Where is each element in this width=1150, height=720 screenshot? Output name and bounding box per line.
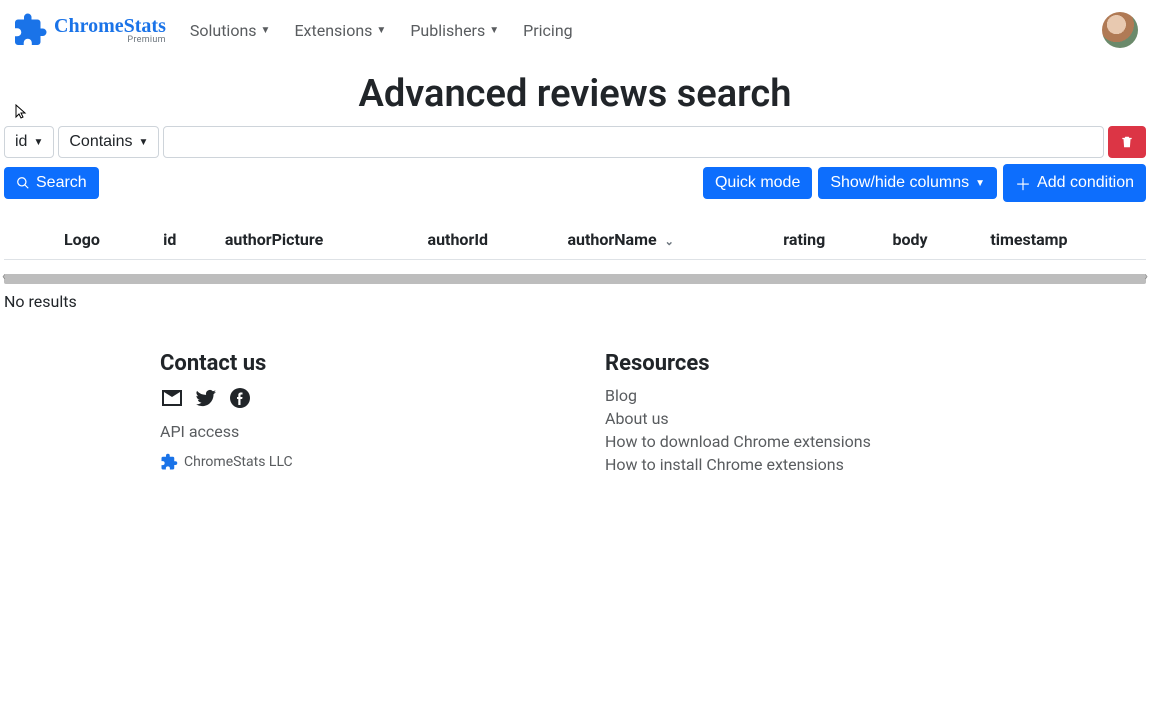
operator-value: Contains — [69, 133, 132, 151]
quick-mode-label: Quick mode — [715, 174, 800, 192]
nav-label: Publishers — [410, 21, 485, 40]
col-timestamp[interactable]: timestamp — [978, 220, 1146, 260]
footer: Contact us API access ChromeStats LLC Re… — [0, 311, 1150, 478]
llc-row: ChromeStats LLC — [160, 453, 545, 471]
nav-solutions[interactable]: Solutions ▼ — [190, 21, 271, 40]
results-table-wrap: Logo id authorPicture authorId authorNam… — [0, 220, 1150, 311]
chevron-down-icon: ▼ — [139, 137, 149, 148]
footer-contact: Contact us API access ChromeStats LLC — [160, 351, 545, 478]
nav-publishers[interactable]: Publishers ▼ — [410, 21, 499, 40]
condition-row: id ▼ Contains ▼ — [0, 126, 1150, 158]
nav-label: Extensions — [294, 21, 372, 40]
twitter-icon — [194, 386, 218, 410]
show-hide-label: Show/hide columns — [830, 174, 969, 192]
condition-value-input[interactable] — [163, 126, 1104, 158]
facebook-link[interactable] — [228, 386, 252, 414]
footer-resources: Resources Blog About us How to download … — [605, 351, 990, 478]
col-rating[interactable]: rating — [771, 220, 880, 260]
avatar[interactable] — [1102, 12, 1138, 48]
sort-icon: ⌄ — [665, 235, 674, 248]
contact-heading: Contact us — [160, 351, 545, 376]
col-logo[interactable]: Logo — [52, 220, 151, 260]
horizontal-scrollbar[interactable] — [4, 274, 1146, 284]
delete-condition-button[interactable] — [1108, 126, 1146, 158]
quick-mode-button[interactable]: Quick mode — [703, 167, 812, 199]
action-row: Search Quick mode Show/hide columns ▼ ＋ … — [0, 158, 1150, 208]
chevron-down-icon: ▼ — [261, 25, 271, 36]
col-authorid[interactable]: authorId — [416, 220, 556, 260]
nav-label: Solutions — [190, 21, 257, 40]
social-row — [160, 386, 545, 414]
search-label: Search — [36, 174, 87, 192]
col-authorpicture[interactable]: authorPicture — [213, 220, 416, 260]
search-icon — [16, 176, 30, 190]
plus-icon: ＋ — [1015, 171, 1031, 195]
email-link[interactable] — [160, 386, 184, 414]
results-table: Logo id authorPicture authorId authorNam… — [4, 220, 1146, 260]
twitter-link[interactable] — [194, 386, 218, 414]
field-value: id — [15, 133, 27, 151]
chevron-down-icon: ▼ — [376, 25, 386, 36]
chevron-down-icon: ▼ — [975, 178, 985, 189]
operator-dropdown[interactable]: Contains ▼ — [58, 126, 159, 158]
show-hide-columns-button[interactable]: Show/hide columns ▼ — [818, 167, 997, 199]
add-condition-button[interactable]: ＋ Add condition — [1003, 164, 1146, 202]
chevron-down-icon: ▼ — [33, 137, 43, 148]
field-dropdown[interactable]: id ▼ — [4, 126, 54, 158]
llc-text: ChromeStats LLC — [184, 454, 293, 470]
trash-icon — [1120, 135, 1134, 149]
col-authorname[interactable]: authorName ⌄ — [555, 220, 771, 260]
nav-label: Pricing — [523, 21, 573, 40]
navbar: ChromeStats Premium Solutions ▼ Extensio… — [0, 0, 1150, 60]
page-title: Advanced reviews search — [0, 72, 1150, 116]
no-results-text: No results — [4, 290, 1146, 311]
nav-pricing[interactable]: Pricing — [523, 21, 573, 40]
email-icon — [160, 386, 184, 410]
search-button[interactable]: Search — [4, 167, 99, 199]
nav-items: Solutions ▼ Extensions ▼ Publishers ▼ Pr… — [190, 21, 573, 40]
api-access-link[interactable]: API access — [160, 422, 545, 441]
puzzle-icon — [160, 453, 178, 471]
brand-sub: Premium — [54, 36, 166, 45]
col-id[interactable]: id — [151, 220, 213, 260]
brand-link[interactable]: ChromeStats Premium — [12, 12, 166, 48]
add-condition-label: Add condition — [1037, 174, 1134, 192]
resource-install[interactable]: How to install Chrome extensions — [605, 455, 990, 474]
col-label: authorName — [567, 230, 656, 249]
resource-about[interactable]: About us — [605, 409, 990, 428]
col-blank[interactable] — [4, 220, 52, 260]
facebook-icon — [228, 386, 252, 410]
brand-name: ChromeStats — [54, 16, 166, 36]
nav-extensions[interactable]: Extensions ▼ — [294, 21, 386, 40]
chevron-down-icon: ▼ — [489, 25, 499, 36]
col-body[interactable]: body — [880, 220, 978, 260]
resource-blog[interactable]: Blog — [605, 386, 990, 405]
resources-heading: Resources — [605, 351, 990, 376]
brand-text: ChromeStats Premium — [54, 16, 166, 45]
resource-download[interactable]: How to download Chrome extensions — [605, 432, 990, 451]
puzzle-icon — [12, 12, 48, 48]
